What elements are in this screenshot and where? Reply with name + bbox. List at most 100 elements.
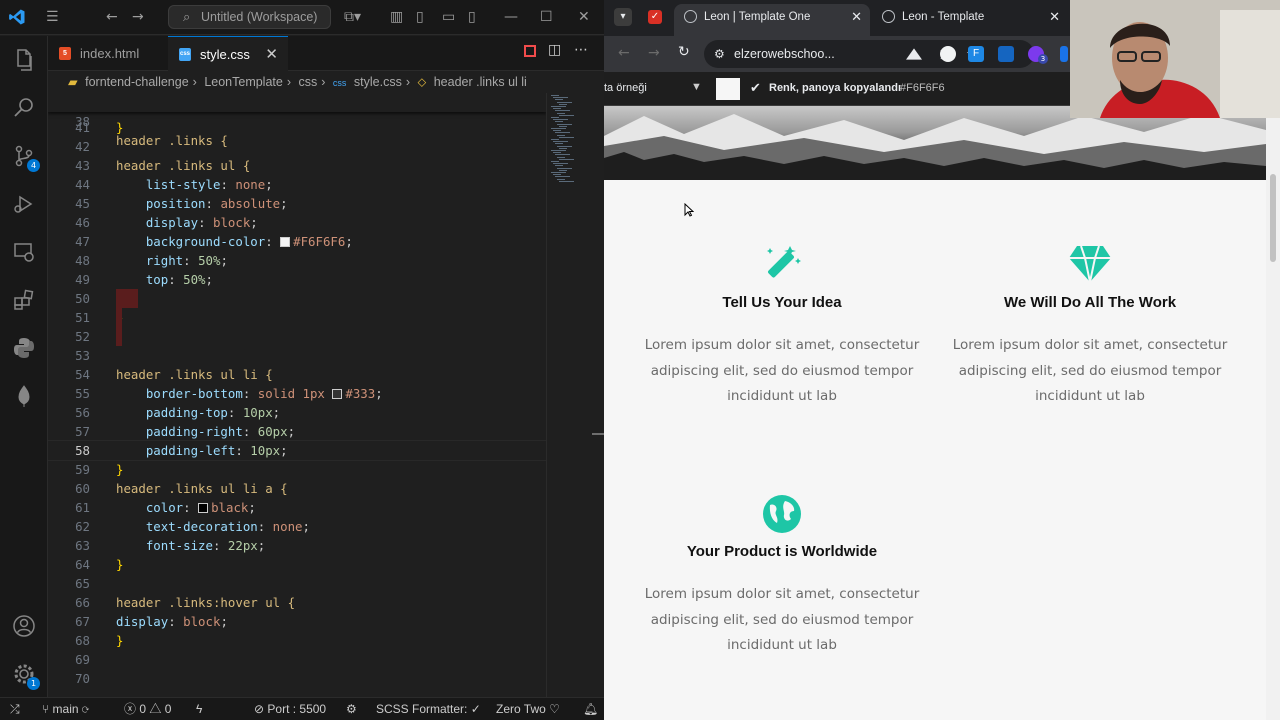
code-line[interactable]: 58 padding-left: 10px; — [48, 440, 546, 461]
layout-icon[interactable]: ▥ — [390, 9, 403, 25]
toggle-panel-icon[interactable]: ▭ — [442, 9, 455, 25]
code-line[interactable]: 50 — [48, 289, 546, 308]
code-line[interactable]: 64} — [48, 555, 546, 574]
browser-tab-active[interactable]: Leon | Template One ✕ — [674, 4, 870, 36]
partial-extension-icon[interactable] — [1060, 46, 1068, 62]
purple-extension-icon[interactable]: 3 — [1028, 46, 1048, 64]
back-icon[interactable]: ← — [106, 9, 118, 25]
color-swatch-icon[interactable] — [280, 237, 291, 247]
toggle-sidebar-icon[interactable]: ▯ — [416, 9, 424, 25]
explorer-icon[interactable] — [12, 48, 36, 72]
code-line[interactable]: 44 list-style: none; — [48, 175, 546, 194]
color-swatch[interactable] — [716, 78, 740, 100]
code-line[interactable]: 53 — [48, 346, 546, 365]
editor-scrollbar[interactable] — [592, 93, 604, 697]
extension-icon[interactable] — [940, 46, 956, 62]
color-swatch-icon[interactable] — [198, 503, 209, 513]
remote-explorer-icon[interactable] — [12, 240, 36, 264]
code-line[interactable]: 43 header .links ul { — [48, 156, 546, 175]
breadcrumb-item[interactable]: LeonTemplate — [204, 75, 283, 89]
close-tab-icon[interactable]: ✕ — [851, 4, 862, 30]
dropdown-arrow-icon[interactable]: ▼ — [691, 81, 702, 93]
code-line[interactable]: 66 header .links:hover ul { — [48, 593, 546, 612]
code-line[interactable]: 70 — [48, 669, 546, 688]
code-line[interactable]: 61 color: black; — [48, 498, 546, 517]
tab-search-icon[interactable]: ▾ — [614, 8, 632, 26]
code-line[interactable]: 51} — [48, 308, 546, 327]
line-number: 61 — [75, 500, 90, 515]
code-line[interactable]: 67 display: block; — [48, 612, 546, 631]
split-preview-icon[interactable] — [524, 45, 536, 57]
run-debug-icon[interactable] — [12, 192, 36, 216]
color-swatch-icon[interactable] — [332, 389, 343, 399]
notifications-bell-icon[interactable]: 🔔︎ — [583, 698, 598, 720]
menu-icon[interactable]: ☰ — [46, 9, 59, 25]
live-server-port[interactable]: ⊘ Port : 5500 — [254, 698, 326, 720]
copilot-icon[interactable]: ⧉▾ — [344, 9, 361, 25]
code-editor[interactable]: 38 header .links { 41}4243header .links … — [48, 93, 546, 697]
code-line[interactable]: 46 display: block; — [48, 213, 546, 232]
source-control-icon[interactable]: 4 — [12, 144, 40, 172]
split-editor-icon[interactable]: ◫ — [548, 42, 561, 58]
code-line[interactable]: 47 background-color: #F6F6F6; — [48, 232, 546, 251]
tab-index-html[interactable]: 5 index.html — [48, 36, 168, 71]
scroll-thumb[interactable] — [1270, 174, 1276, 262]
code-line[interactable]: 56 padding-top: 10px; — [48, 403, 546, 422]
close-window-icon[interactable]: ✕ — [578, 9, 590, 25]
code-line[interactable]: 59} — [48, 460, 546, 479]
code-line[interactable]: 69 — [48, 650, 546, 669]
breadcrumb-item[interactable]: forntend-challenge — [85, 75, 189, 89]
browser-tab[interactable]: Leon - Template ✕ — [872, 4, 1068, 36]
maximize-icon[interactable]: ☐ — [540, 9, 553, 25]
sticky-scroll-line[interactable]: 38 header .links { — [48, 93, 546, 148]
page-scrollbar[interactable] — [1266, 106, 1280, 720]
code-line[interactable]: 45 position: absolute; — [48, 194, 546, 213]
search-icon[interactable] — [12, 96, 36, 120]
forward-icon[interactable]: → — [132, 9, 144, 25]
f-extension-icon[interactable]: F — [968, 46, 984, 62]
python-icon[interactable] — [12, 336, 36, 360]
breadcrumb-item[interactable]: style.css — [354, 75, 402, 89]
code-line[interactable]: 55 border-bottom: solid 1px #333; — [48, 384, 546, 403]
code-line[interactable]: 60 header .links ul li a { — [48, 479, 546, 498]
calendar-extension-icon[interactable] — [998, 46, 1014, 62]
code-line[interactable]: 52 — [48, 327, 546, 346]
mongodb-icon[interactable] — [12, 384, 36, 408]
branch-indicator[interactable]: ⑂ main ⟳ — [42, 698, 89, 720]
code-line[interactable]: 48 right: 50%; — [48, 251, 546, 270]
formatter-status[interactable]: SCSS Formatter: ✓ — [376, 698, 481, 720]
breadcrumb-item[interactable]: css — [299, 75, 318, 89]
code-line[interactable]: 68} — [48, 631, 546, 650]
close-tab-icon[interactable]: ✕ — [265, 37, 278, 72]
address-bar[interactable]: ⚙ elzerowebschoo... 文 ☆ — [704, 40, 1034, 68]
reload-icon[interactable]: ↻ — [678, 44, 690, 60]
line-number: 54 — [75, 367, 90, 382]
back-icon[interactable]: ← — [618, 45, 630, 61]
tab-style-css[interactable]: css style.css ✕ — [168, 36, 288, 71]
problems-indicator[interactable]: ⓧ 0 △ 0 — [124, 698, 171, 720]
lightning-icon[interactable]: ϟ — [196, 698, 202, 720]
toggle-secondary-sidebar-icon[interactable]: ▯ — [468, 9, 476, 25]
more-actions-icon[interactable]: ⋯ — [574, 42, 588, 58]
forward-icon[interactable]: → — [648, 45, 660, 61]
theme-status[interactable]: Zero Two ♡ — [496, 698, 560, 720]
breadcrumb-item[interactable]: header .links ul li — [434, 75, 527, 89]
code-line[interactable]: 57 padding-right: 60px; — [48, 422, 546, 441]
accounts-icon[interactable] — [12, 614, 36, 638]
code-line[interactable]: 65 — [48, 574, 546, 593]
code-line[interactable]: 62 text-decoration: none; — [48, 517, 546, 536]
code-line[interactable]: 63 font-size: 22px; — [48, 536, 546, 555]
manage-gear-icon[interactable]: 1 — [12, 662, 40, 690]
code-line[interactable]: 54 header .links ul li { — [48, 365, 546, 384]
gear-sync-icon[interactable]: ⚙ — [346, 698, 357, 720]
command-center-search[interactable]: ⌕ Untitled (Workspace) — [168, 5, 331, 29]
pinned-tab-icon[interactable]: ✓ — [648, 10, 662, 24]
minimize-icon[interactable]: — — [504, 9, 518, 25]
minimap-line — [559, 147, 567, 149]
close-tab-icon[interactable]: ✕ — [1049, 4, 1060, 30]
remote-indicator-icon[interactable]: ⤮ — [10, 698, 20, 720]
extensions-icon[interactable] — [12, 288, 36, 312]
site-info-icon[interactable]: ⚙ — [714, 40, 725, 68]
code-line[interactable]: 49 top: 50%; — [48, 270, 546, 289]
minimap[interactable] — [546, 93, 592, 697]
